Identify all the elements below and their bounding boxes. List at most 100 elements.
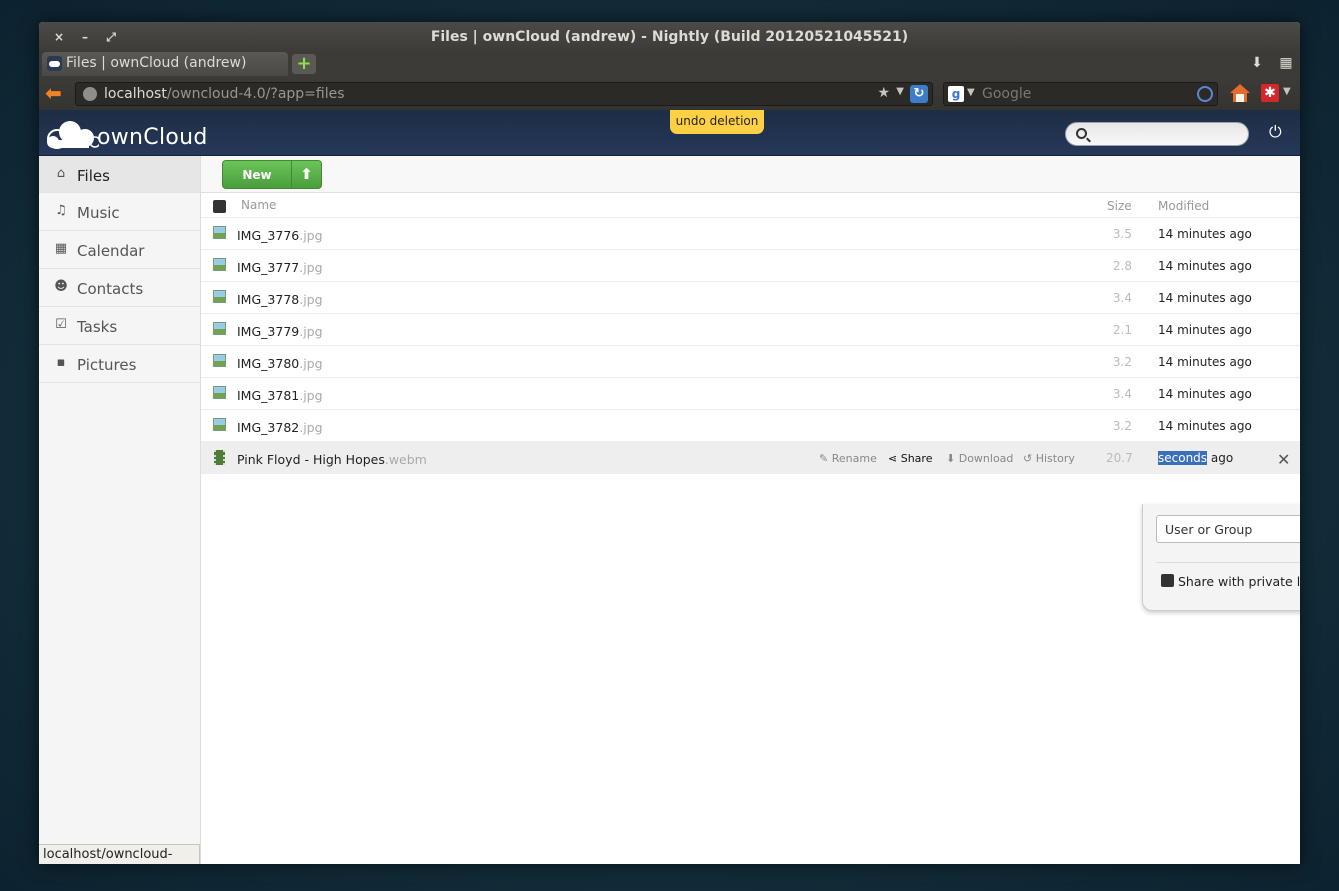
table-row[interactable]: IMG_3782.jpg 3.2 14 minutes ago: [201, 410, 1300, 442]
status-bar-url: localhost/owncloud-4.0/?app=files#: [39, 844, 200, 864]
web-search-bar[interactable]: g ▼ Google: [943, 82, 1218, 106]
search-icon: [1076, 128, 1087, 139]
table-row[interactable]: IMG_3780.jpg 3.2 14 minutes ago: [201, 346, 1300, 378]
app-sidebar: ⌂ Files ♫ Music ▦ Calendar ☻ Contacts ☑ …: [39, 156, 201, 864]
share-select-placeholder: User or Group: [1165, 522, 1253, 537]
file-modified: 14 minutes ago: [1158, 259, 1252, 273]
file-modified: 14 minutes ago: [1158, 291, 1252, 305]
file-name[interactable]: IMG_3782.jpg: [237, 420, 323, 435]
file-extension: .jpg: [299, 324, 323, 339]
sidebar-item-contacts[interactable]: ☻ Contacts: [39, 269, 200, 307]
url-bar[interactable]: localhost/owncloud-4.0/?app=files ★ ▼ ↻: [75, 82, 933, 106]
column-modified[interactable]: Modified: [1158, 199, 1209, 213]
history-action[interactable]: ↺ History: [1023, 452, 1075, 465]
downloads-icon[interactable]: ⬇: [1248, 55, 1266, 73]
sidebar-item-label: Files: [77, 167, 110, 185]
file-extension: .jpg: [299, 292, 323, 307]
search-engine-dropdown-icon[interactable]: ▼: [967, 87, 975, 98]
reload-icon[interactable]: ↻: [910, 85, 928, 103]
select-all-checkbox[interactable]: [213, 200, 226, 213]
delete-close-icon[interactable]: ✕: [1277, 450, 1290, 469]
image-file-icon: [213, 226, 226, 239]
owncloud-wordmark: ownCloud: [97, 125, 208, 150]
sidebar-item-pictures[interactable]: ▪ Pictures: [39, 345, 200, 383]
sidebar-item-label: Music: [77, 204, 120, 222]
file-modified: 14 minutes ago: [1158, 387, 1252, 401]
file-name[interactable]: IMG_3778.jpg: [237, 292, 323, 307]
owncloud-header: ownCloud undo deletion ⏻: [39, 110, 1300, 156]
file-modified: 14 minutes ago: [1158, 355, 1252, 369]
sidebar-item-label: Calendar: [77, 242, 145, 260]
owncloud-logo[interactable]: ownCloud: [45, 120, 208, 152]
table-row-selected[interactable]: Pink Floyd - High Hopes.webm ✎ Rename ⋖ …: [201, 442, 1300, 474]
sidebar-item-tasks[interactable]: ☑ Tasks: [39, 307, 200, 345]
file-size: 2.1: [1112, 323, 1132, 337]
tab-groups-icon[interactable]: ▦: [1277, 55, 1295, 73]
share-with-select[interactable]: User or Group ▼: [1156, 515, 1300, 543]
file-modified: 14 minutes ago: [1158, 323, 1252, 337]
file-extension: .jpg: [299, 228, 323, 243]
owncloud-search-input[interactable]: [1065, 122, 1249, 146]
file-extension: .jpg: [299, 388, 323, 403]
rename-action[interactable]: ✎ Rename: [819, 452, 877, 465]
file-extension: .jpg: [299, 260, 323, 275]
url-dropdown-icon[interactable]: ▼: [896, 86, 904, 97]
tasks-icon: ☑: [55, 317, 67, 332]
file-name[interactable]: IMG_3777.jpg: [237, 260, 323, 275]
file-extension: .webm: [384, 452, 427, 467]
image-file-icon: [213, 354, 226, 367]
file-name[interactable]: IMG_3779.jpg: [237, 324, 323, 339]
sidebar-item-music[interactable]: ♫ Music: [39, 193, 200, 231]
image-file-icon: [213, 258, 226, 271]
history-icon: ↺: [1023, 452, 1033, 465]
divider: [1156, 562, 1300, 563]
sidebar-item-calendar[interactable]: ▦ Calendar: [39, 231, 200, 269]
new-button[interactable]: New ⬆: [222, 160, 322, 189]
home-icon: ⌂: [56, 166, 66, 181]
share-action[interactable]: ⋖ Share: [888, 452, 932, 465]
addon-dropdown-icon[interactable]: ▼: [1283, 86, 1291, 97]
private-link-checkbox[interactable]: [1161, 574, 1174, 587]
addon-icon[interactable]: ✱: [1261, 84, 1279, 102]
column-size[interactable]: Size: [1107, 199, 1132, 213]
bookmark-star-icon[interactable]: ★: [877, 85, 890, 101]
new-button-label: New: [242, 168, 272, 182]
url-path: /owncloud-4.0/?app=files: [166, 86, 345, 102]
file-name[interactable]: IMG_3780.jpg: [237, 356, 323, 371]
table-row[interactable]: IMG_3777.jpg 2.8 14 minutes ago: [201, 250, 1300, 282]
logout-power-icon[interactable]: ⏻: [1269, 124, 1285, 140]
sidebar-item-files[interactable]: ⌂ Files: [39, 156, 200, 193]
url-host: localhost: [104, 86, 167, 102]
file-name[interactable]: IMG_3781.jpg: [237, 388, 323, 403]
private-link-label: Share with private link: [1178, 574, 1300, 589]
file-name[interactable]: IMG_3776.jpg: [237, 228, 323, 243]
window-titlebar: × – ⤢ Files | ownCloud (andrew) - Nightl…: [39, 22, 1300, 52]
music-icon: ♫: [55, 203, 67, 218]
search-icon[interactable]: [1197, 86, 1213, 102]
download-action[interactable]: ⬇ Download: [946, 452, 1013, 465]
google-icon[interactable]: g: [948, 86, 964, 102]
table-row[interactable]: IMG_3779.jpg 2.1 14 minutes ago: [201, 314, 1300, 346]
file-name[interactable]: Pink Floyd - High Hopes.webm: [237, 452, 427, 467]
upload-icon[interactable]: ⬆: [291, 161, 321, 188]
file-size: 3.2: [1112, 419, 1132, 433]
file-list: Name Size Modified IMG_3776.jpg 3.5 14 min…: [201, 193, 1300, 611]
table-row[interactable]: IMG_3778.jpg 3.4 14 minutes ago: [201, 282, 1300, 314]
tab-strip: Files | ownCloud (andrew) + ⬇ ▦: [39, 52, 1300, 76]
column-name[interactable]: Name: [241, 198, 276, 212]
contacts-icon: ☻: [54, 279, 68, 294]
table-row[interactable]: IMG_3781.jpg 3.4 14 minutes ago: [201, 378, 1300, 410]
undo-deletion-button[interactable]: undo deletion: [670, 110, 764, 134]
table-row[interactable]: IMG_3776.jpg 3.5 14 minutes ago: [201, 218, 1300, 250]
share-private-link-option[interactable]: Share with private link: [1161, 574, 1300, 589]
navigation-toolbar: ⬅ localhost/owncloud-4.0/?app=files ★ ▼ …: [39, 76, 1300, 110]
browser-tab[interactable]: Files | ownCloud (andrew): [42, 52, 288, 76]
globe-icon: [83, 87, 97, 101]
back-arrow-icon[interactable]: ⬅: [45, 83, 62, 103]
sidebar-item-label: Pictures: [77, 356, 137, 374]
browser-window: × – ⤢ Files | ownCloud (andrew) - Nightl…: [39, 22, 1300, 864]
download-icon: ⬇: [946, 452, 956, 465]
new-tab-button[interactable]: +: [292, 54, 316, 74]
home-icon[interactable]: [1229, 82, 1251, 104]
window-title: Files | ownCloud (andrew) - Nightly (Bui…: [430, 29, 909, 45]
